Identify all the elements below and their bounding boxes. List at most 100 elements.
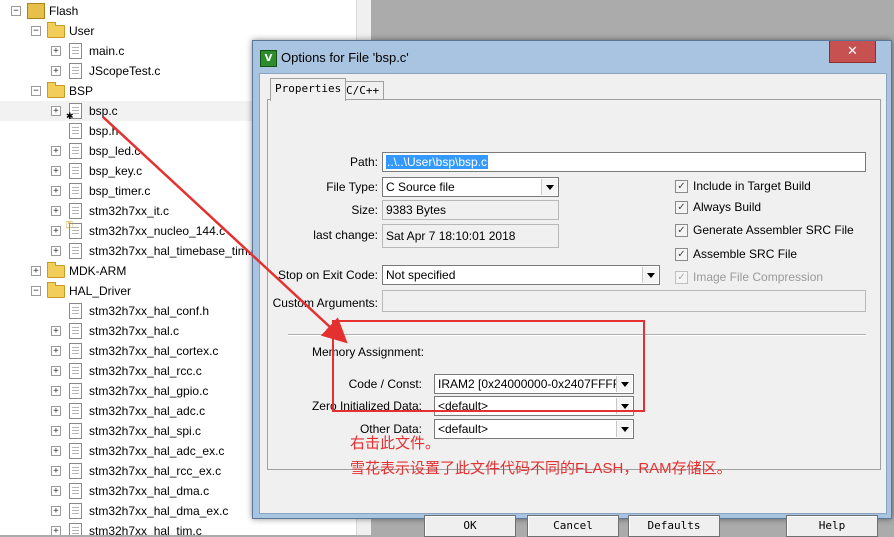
path-value: ..\..\User\bsp\bsp.c bbox=[386, 155, 489, 169]
collapse-icon[interactable]: − bbox=[31, 86, 41, 96]
ok-button[interactable]: OK bbox=[424, 515, 516, 537]
expand-icon[interactable]: + bbox=[51, 366, 61, 376]
tree-item-label: stm32h7xx_hal_dma.c bbox=[89, 484, 210, 498]
expand-icon[interactable]: + bbox=[51, 326, 61, 336]
file-icon bbox=[69, 243, 82, 259]
checkbox[interactable]: ✓ bbox=[675, 180, 688, 193]
tree-item-label: bsp.c bbox=[89, 104, 118, 118]
tree-item-label: stm32h7xx_it.c bbox=[89, 204, 170, 218]
dialog-titlebar[interactable]: V Options for File 'bsp.c' ✕ bbox=[253, 41, 891, 74]
size-field: 9383 Bytes bbox=[382, 200, 559, 220]
file-icon: ⚿ bbox=[66, 220, 82, 239]
collapse-icon[interactable]: − bbox=[11, 6, 21, 16]
stop-on-exit-select[interactable]: Not specified bbox=[382, 265, 660, 285]
tab-c-cpp[interactable]: C/C++ bbox=[341, 81, 385, 100]
annotation-line-2: 雪花表示设置了此文件代码不同的FLASH，RAM存储区。 bbox=[350, 460, 732, 477]
path-field[interactable]: ..\..\User\bsp\bsp.c bbox=[382, 152, 866, 172]
expand-icon[interactable]: + bbox=[51, 206, 61, 216]
file-icon bbox=[69, 423, 82, 439]
expand-icon[interactable]: + bbox=[51, 346, 61, 356]
file-icon bbox=[69, 123, 82, 139]
file-icon bbox=[69, 363, 82, 379]
close-button[interactable]: ✕ bbox=[829, 41, 876, 63]
properties-panel: Path: ..\..\User\bsp\bsp.c File Type: C … bbox=[267, 99, 881, 470]
file-icon bbox=[69, 523, 82, 535]
file-icon bbox=[69, 63, 82, 79]
tree-item-label: BSP bbox=[69, 84, 94, 98]
other-data-value: <default> bbox=[438, 422, 489, 436]
other-data-select[interactable]: <default> bbox=[434, 419, 634, 439]
expand-icon[interactable]: + bbox=[51, 66, 61, 76]
file-icon bbox=[69, 303, 82, 319]
collapse-icon[interactable]: − bbox=[31, 286, 41, 296]
tree-item-label: stm32h7xx_hal.c bbox=[89, 324, 180, 338]
tree-item-label: main.c bbox=[89, 44, 125, 58]
tree-item-label: stm32h7xx_hal_adc.c bbox=[89, 404, 206, 418]
snowflake-icon: ✱ bbox=[66, 111, 74, 121]
checkbox-label: Generate Assembler SRC File bbox=[693, 223, 854, 237]
size-label: Size: bbox=[351, 203, 378, 217]
file-icon bbox=[69, 343, 82, 359]
expand-icon[interactable]: + bbox=[31, 266, 41, 276]
expand-icon[interactable]: + bbox=[51, 386, 61, 396]
checkbox[interactable]: ✓ bbox=[675, 248, 688, 261]
expand-icon[interactable]: + bbox=[51, 506, 61, 516]
tree-item-label: User bbox=[69, 24, 95, 38]
tree-item[interactable]: − User bbox=[0, 21, 356, 41]
tree-item-label: stm32h7xx_hal_rcc.c bbox=[89, 364, 202, 378]
expand-icon[interactable]: + bbox=[51, 246, 61, 256]
expand-icon[interactable]: + bbox=[51, 106, 61, 116]
folder-icon bbox=[47, 282, 65, 298]
checkbox[interactable]: ✓ bbox=[675, 224, 688, 237]
expand-icon[interactable]: + bbox=[51, 466, 61, 476]
stop-on-exit-value: Not specified bbox=[386, 268, 456, 282]
last-change-value: Sat Apr 7 18:10:01 2018 bbox=[386, 229, 516, 243]
options-dialog: V Options for File 'bsp.c' ✕ Properties … bbox=[252, 40, 892, 537]
checkbox-label: Image File Compression bbox=[693, 270, 824, 284]
collapse-icon[interactable]: − bbox=[31, 26, 41, 36]
expand-icon[interactable]: + bbox=[51, 226, 61, 236]
tab-properties[interactable]: Properties bbox=[270, 78, 347, 101]
folder-icon bbox=[47, 82, 65, 98]
tree-item-label: Flash bbox=[49, 4, 79, 18]
folder-icon bbox=[47, 262, 65, 278]
expand-icon[interactable]: + bbox=[51, 46, 61, 56]
cancel-button[interactable]: Cancel bbox=[527, 515, 619, 537]
tree-item-label: stm32h7xx_hal_spi.c bbox=[89, 424, 202, 438]
file-icon bbox=[69, 183, 82, 199]
dialog-title: Options for File 'bsp.c' bbox=[281, 50, 409, 65]
expand-icon[interactable]: + bbox=[51, 446, 61, 456]
checkbox[interactable]: ✓ bbox=[675, 201, 688, 214]
tree-item-label: stm32h7xx_hal_rcc_ex.c bbox=[89, 464, 222, 478]
tree-item-label: stm32h7xx_hal_timebase_tim.c bbox=[89, 244, 258, 258]
file-icon bbox=[69, 443, 82, 459]
tree-item[interactable]: + stm32h7xx_hal_tim.c bbox=[0, 521, 356, 535]
folder-icon bbox=[47, 22, 65, 38]
tree-item[interactable]: − Flash bbox=[0, 1, 356, 21]
tree-item-label: HAL_Driver bbox=[69, 284, 132, 298]
path-label: Path: bbox=[349, 155, 378, 169]
file-icon bbox=[69, 143, 82, 159]
key-icon: ⚿ bbox=[66, 220, 73, 230]
file-icon bbox=[69, 403, 82, 419]
expand-icon[interactable]: + bbox=[51, 166, 61, 176]
file-type-label: File Type: bbox=[326, 180, 378, 194]
expand-icon[interactable]: + bbox=[51, 526, 61, 535]
chevron-down-icon bbox=[642, 267, 658, 283]
last-change-label: last change: bbox=[313, 228, 378, 242]
expand-icon[interactable]: + bbox=[51, 146, 61, 156]
file-icon: ✱ bbox=[66, 103, 82, 121]
expand-icon[interactable]: + bbox=[51, 486, 61, 496]
tree-item-label: MDK-ARM bbox=[69, 264, 127, 278]
custom-arguments-field bbox=[382, 290, 866, 312]
annotation-highlight-box bbox=[332, 320, 645, 412]
expand-icon[interactable]: + bbox=[51, 186, 61, 196]
defaults-button[interactable]: Defaults bbox=[628, 515, 720, 537]
help-button[interactable]: Help bbox=[786, 515, 878, 537]
file-type-select[interactable]: C Source file bbox=[382, 177, 559, 197]
tree-item-label: bsp_timer.c bbox=[89, 184, 151, 198]
expand-icon[interactable]: + bbox=[51, 426, 61, 436]
expand-icon[interactable]: + bbox=[51, 406, 61, 416]
tree-item-label: stm32h7xx_hal_conf.h bbox=[89, 304, 210, 318]
file-icon bbox=[69, 323, 82, 339]
